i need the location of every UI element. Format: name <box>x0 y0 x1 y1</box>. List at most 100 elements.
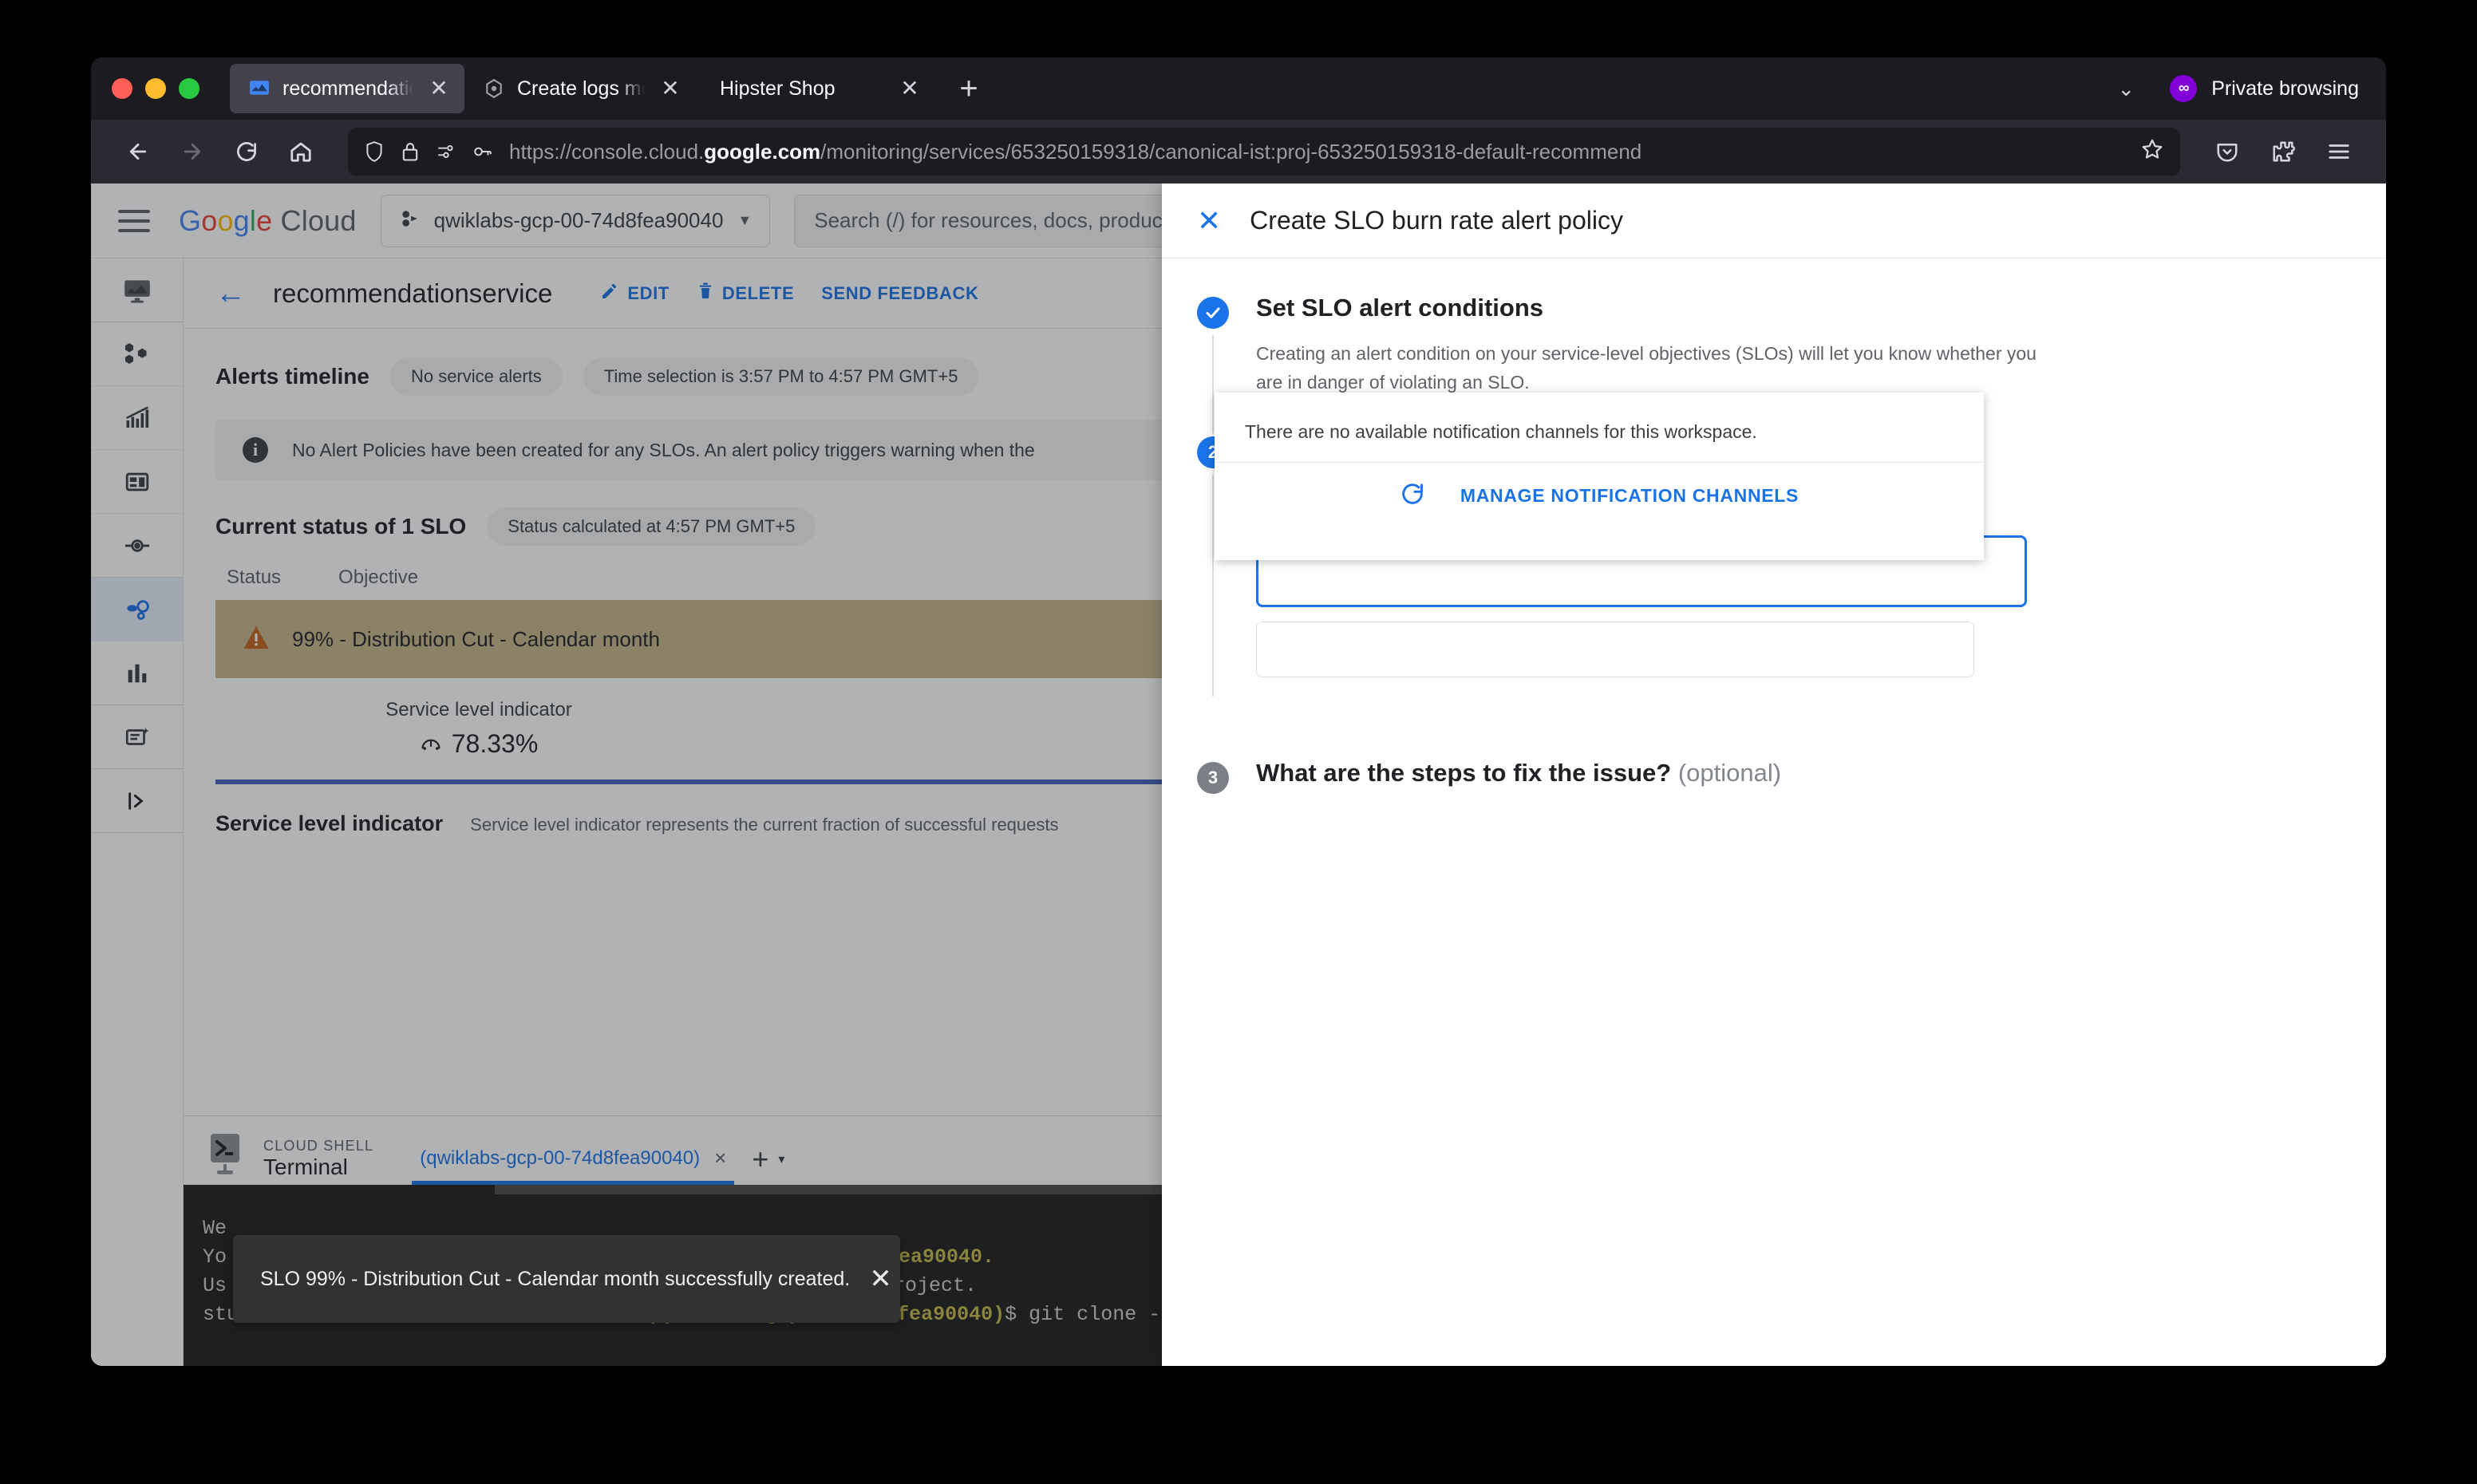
trash-icon <box>697 282 714 306</box>
delete-label: DELETE <box>721 282 795 303</box>
extensions-icon[interactable] <box>2258 127 2308 176</box>
modal-title: Create SLO burn rate alert policy <box>1250 206 1623 235</box>
metric-service-level-indicator: Service level indicator 78.33% <box>319 699 638 759</box>
sli-description: Service level indicator represents the c… <box>470 815 1059 835</box>
browser-tab-recommendationservice[interactable]: recommendationservice – Monitoring – qwi… <box>230 64 464 113</box>
sidebar-item-metrics-explorer[interactable] <box>91 386 183 450</box>
terminal-line: We <box>203 1217 227 1240</box>
cloud-shell-icon <box>204 1132 246 1177</box>
step-number-badge: 3 <box>1197 761 1229 794</box>
tab-strip: recommendationservice – Monitoring – qwi… <box>91 57 2386 120</box>
project-picker[interactable]: qwiklabs-gcp-00-74d8fea90040 ▼ <box>380 194 771 247</box>
slo-status-title: Current status of 1 SLO <box>215 514 467 539</box>
step-heading-text: Set SLO alert conditions <box>1256 294 1543 322</box>
close-window-button[interactable] <box>112 78 132 99</box>
sidebar-item-reports[interactable] <box>91 705 183 769</box>
no-service-alerts-chip: No service alerts <box>389 357 563 396</box>
step-heading: Set SLO alert conditions <box>1256 294 2386 322</box>
tab-strip-right-controls: ⌄ ∞ Private browsing <box>2117 57 2386 120</box>
back-arrow-icon[interactable]: ← <box>215 278 246 309</box>
modal-body: Set SLO alert conditions Creating an ale… <box>1162 259 2386 794</box>
new-tab-button[interactable]: + <box>950 69 988 108</box>
browser-tab-title: Create logs metric next steps – Logging <box>517 77 645 100</box>
permissions-icon[interactable] <box>436 141 456 162</box>
toast-notification: SLO 99% - Distribution Cut - Calendar mo… <box>233 1235 900 1323</box>
sidebar-item-metrics[interactable] <box>91 641 183 705</box>
sidebar-item-overview[interactable] <box>91 259 183 322</box>
browser-toolbar-right <box>2202 127 2364 176</box>
no-alert-policies-text: No Alert Policies have been created for … <box>292 439 1035 460</box>
chevron-down-icon[interactable]: ⌄ <box>2117 77 2135 101</box>
delete-button[interactable]: DELETE <box>697 282 794 306</box>
back-arrow-icon[interactable] <box>113 127 163 176</box>
sidebar-item-uptime-checks[interactable] <box>91 514 183 578</box>
close-tab-icon[interactable]: ✕ <box>425 74 453 103</box>
time-selection-chip: Time selection is 3:57 PM to 4:57 PM GMT… <box>583 357 979 396</box>
sidebar-item-expand-panel[interactable] <box>91 769 183 833</box>
create-slo-burn-rate-alert-policy-panel: ✕ Create SLO burn rate alert policy Set … <box>1162 184 2386 1366</box>
cloud-wordmark: Cloud <box>280 203 357 237</box>
hamburger-menu-icon[interactable] <box>2314 127 2364 176</box>
notification-channels-secondary-field[interactable] <box>1256 621 1974 677</box>
reload-icon[interactable] <box>222 127 271 176</box>
navigation-menu-icon[interactable] <box>113 200 155 242</box>
chevron-down-icon[interactable]: ▾ <box>778 1151 784 1167</box>
refresh-icon[interactable] <box>1400 481 1425 511</box>
pencil-icon <box>600 282 619 306</box>
close-icon[interactable]: ✕ <box>869 1265 892 1293</box>
monitoring-left-rail <box>91 259 184 1366</box>
step-content: Creating an alert condition on your serv… <box>1256 322 2386 397</box>
home-icon[interactable] <box>276 127 326 176</box>
edit-label: EDIT <box>627 282 670 303</box>
chevron-down-icon[interactable]: ▼ <box>737 212 752 229</box>
step-connector-line <box>1212 475 1214 697</box>
key-icon[interactable] <box>472 141 493 162</box>
close-tab-icon[interactable]: ✕ <box>656 74 685 103</box>
logging-favicon-icon <box>482 77 506 101</box>
forward-arrow-icon[interactable] <box>168 127 217 176</box>
close-tab-icon[interactable]: ✕ <box>895 74 924 103</box>
minimize-window-button[interactable] <box>145 78 166 99</box>
cloud-shell-eyebrow: CLOUD SHELL <box>263 1138 374 1154</box>
sli-gauge-icon <box>420 729 442 759</box>
close-icon[interactable]: ✕ <box>1197 206 1221 235</box>
lock-icon[interactable] <box>401 140 420 163</box>
status-calculated-chip: Status calculated at 4:57 PM GMT+5 <box>487 507 816 546</box>
cloud-shell-session-label: (qwiklabs-gcp-00-74d8fea90040) <box>420 1147 701 1169</box>
sli-title: Service level indicator <box>215 811 444 835</box>
maximize-window-button[interactable] <box>179 78 200 99</box>
browser-tab-title: recommendationservice – Monitoring – qwi… <box>282 77 413 100</box>
alerts-timeline-title: Alerts timeline <box>215 364 369 389</box>
browser-tab-create-logs-metric[interactable]: Create logs metric next steps – Logging … <box>464 64 696 113</box>
shield-icon[interactable] <box>364 140 385 163</box>
step-connector-line <box>1212 335 1214 434</box>
manage-notification-channels-button[interactable]: MANAGE NOTIFICATION CHANNELS <box>1215 463 1984 528</box>
close-session-icon[interactable]: × <box>714 1146 726 1170</box>
cloud-shell-name: Terminal <box>263 1154 348 1179</box>
slo-name: 99% - Distribution Cut - Calendar month <box>292 626 660 651</box>
private-browsing-badge: ∞ Private browsing <box>2170 75 2359 102</box>
cloud-shell-titles: CLOUD SHELL Terminal <box>263 1138 373 1180</box>
star-icon[interactable] <box>2140 137 2164 167</box>
sidebar-item-services[interactable] <box>91 578 183 641</box>
edit-button[interactable]: EDIT <box>600 282 670 306</box>
cloud-shell-session-tab[interactable]: (qwiklabs-gcp-00-74d8fea90040) × <box>412 1135 735 1185</box>
project-name: qwiklabs-gcp-00-74d8fea90040 <box>433 208 724 232</box>
notification-channels-dropdown[interactable]: There are no available notification chan… <box>1215 393 1984 560</box>
sidebar-item-dashboards[interactable] <box>91 322 183 386</box>
step-heading-text: What are the steps to fix the issue? <box>1256 758 1672 787</box>
monitoring-favicon-icon <box>247 77 271 101</box>
warning-triangle-icon <box>243 625 270 654</box>
private-browsing-label: Private browsing <box>2211 77 2359 100</box>
browser-tab-hipster-shop[interactable]: Hipster Shop ✕ <box>696 64 935 113</box>
send-feedback-button[interactable]: SEND FEEDBACK <box>821 283 978 304</box>
cloud-shell-add-session[interactable]: + ▾ <box>752 1145 784 1174</box>
plus-icon[interactable]: + <box>752 1145 768 1174</box>
step-description: Creating an alert condition on your serv… <box>1256 343 2037 393</box>
column-header-status: Status <box>227 566 282 588</box>
pocket-icon[interactable] <box>2202 127 2252 176</box>
url-address-bar[interactable]: https://console.cloud.google.com/monitor… <box>348 128 2180 176</box>
sidebar-item-dashboards-list[interactable] <box>91 450 183 514</box>
info-icon: i <box>243 437 268 463</box>
browser-tab-title: Hipster Shop <box>720 77 836 100</box>
